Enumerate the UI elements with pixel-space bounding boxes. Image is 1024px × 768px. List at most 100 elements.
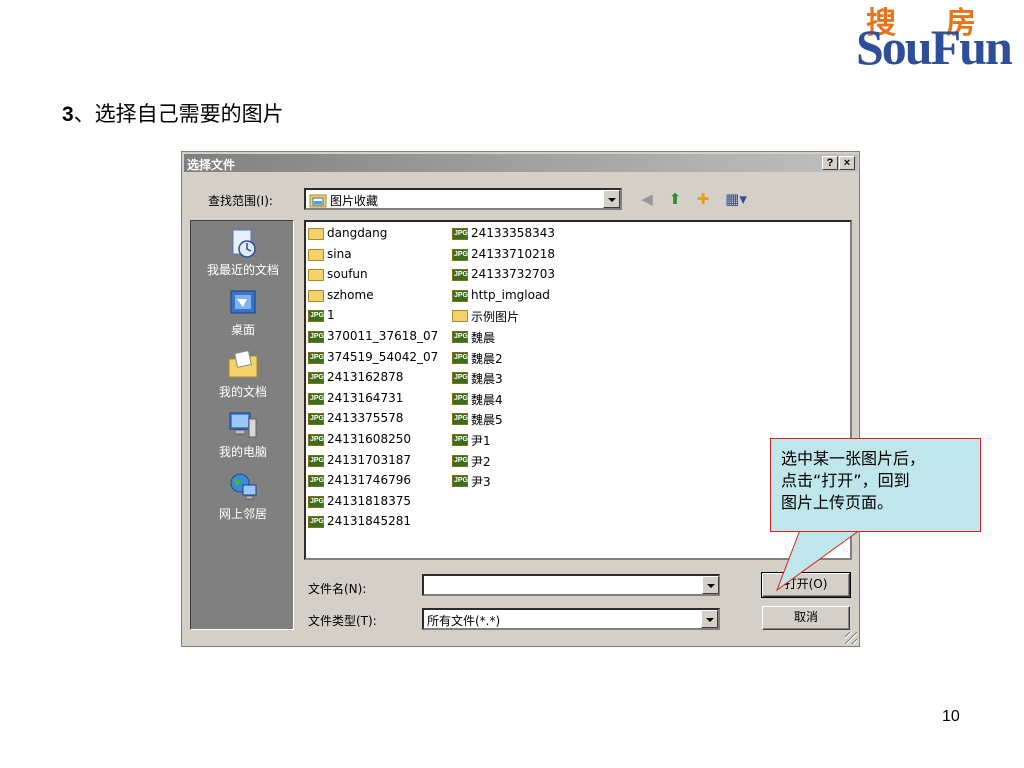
cancel-button[interactable]: 取消 xyxy=(762,606,850,630)
file-name: 尹2 xyxy=(471,454,491,469)
file-name: 2413375578 xyxy=(327,411,404,426)
file-type-combo[interactable]: 所有文件(*.*) xyxy=(422,608,720,630)
jpg-file-icon xyxy=(308,454,324,467)
new-folder-icon[interactable]: ✚ xyxy=(694,190,712,208)
jpg-file-icon xyxy=(308,372,324,385)
file-name: 24131703187 xyxy=(327,452,411,467)
jpg-file-icon xyxy=(452,351,468,364)
file-name-dropdown-button[interactable] xyxy=(702,576,719,594)
file-name: 24131608250 xyxy=(327,432,411,446)
look-in-label: 查找范围(I): xyxy=(208,194,273,208)
jpg-file-icon xyxy=(308,495,324,508)
desktop-icon xyxy=(230,290,256,314)
file-name: 1 xyxy=(327,308,335,323)
instruction-callout: 选中某一张图片后， 点击“打开”，回到 图片上传页面。 xyxy=(770,438,981,532)
network-places-icon xyxy=(230,473,257,500)
open-button[interactable]: 打开(O) xyxy=(761,572,851,598)
place-desktop-label: 桌面 xyxy=(230,323,255,337)
dialog-title: 选择文件 xyxy=(187,158,236,172)
file-name: szhome xyxy=(327,287,374,302)
file-name: 尹3 xyxy=(471,475,491,490)
look-in-value: 图片收藏 xyxy=(330,194,379,208)
look-in-combo[interactable]: 图片收藏 xyxy=(304,188,622,210)
up-folder-icon[interactable]: ⬆ xyxy=(666,190,684,208)
page-number: 10 xyxy=(942,708,960,725)
folder-icon xyxy=(308,228,324,240)
file-name: 魏晨5 xyxy=(471,413,503,428)
file-name: 24133710218 xyxy=(471,246,555,261)
jpg-file-icon xyxy=(452,454,468,467)
file-name: 魏晨2 xyxy=(471,351,503,366)
file-name-label: 文件名(N): xyxy=(308,582,367,596)
picture-folder-icon xyxy=(309,194,327,208)
place-my-documents-label: 我的文档 xyxy=(218,385,267,399)
file-name: soufun xyxy=(327,267,368,282)
views-menu-icon[interactable]: ▦▾ xyxy=(722,190,750,208)
resize-grip[interactable] xyxy=(845,632,857,644)
jpg-file-icon xyxy=(308,516,324,529)
look-in-dropdown-button[interactable] xyxy=(603,190,620,208)
file-type-dropdown-button[interactable] xyxy=(701,610,718,628)
file-name: 374519_54042_07 xyxy=(327,349,439,364)
file-name: sina xyxy=(327,246,352,261)
jpg-file-icon xyxy=(308,475,324,488)
file-name: 24133358343 xyxy=(471,226,555,240)
slide-title-text: 、选择自己需要的图片 xyxy=(73,102,284,126)
file-name-input[interactable] xyxy=(422,574,720,596)
file-name: dangdang xyxy=(327,226,388,240)
jpg-file-icon xyxy=(452,228,468,240)
jpg-file-icon xyxy=(452,372,468,385)
place-network[interactable]: 网上邻居 xyxy=(191,471,295,522)
jpg-file-icon xyxy=(452,392,468,405)
my-computer-icon xyxy=(229,412,257,438)
place-my-computer[interactable]: 我的电脑 xyxy=(191,409,295,460)
callout-line-3: 图片上传页面。 xyxy=(781,493,894,512)
file-name: 370011_37618_07 xyxy=(327,329,439,343)
place-network-label: 网上邻居 xyxy=(218,507,267,521)
slide-title: 3、选择自己需要的图片 xyxy=(62,98,284,128)
file-name: 24131746796 xyxy=(327,473,411,488)
places-bar: 我最近的文档 桌面 我的文档 我的电脑 网上邻居 xyxy=(190,220,294,630)
file-type-label: 文件类型(T): xyxy=(308,614,377,628)
file-name: 示例图片 xyxy=(471,310,520,325)
jpg-file-icon xyxy=(308,392,324,405)
place-my-documents[interactable]: 我的文档 xyxy=(191,349,295,400)
place-my-computer-label: 我的电脑 xyxy=(218,445,267,459)
jpg-file-icon xyxy=(308,310,324,323)
file-name: 24131845281 xyxy=(327,514,411,529)
my-documents-icon xyxy=(228,350,258,378)
file-name: 24131818375 xyxy=(327,493,411,508)
file-name: 24133732703 xyxy=(471,267,555,282)
close-button[interactable]: × xyxy=(839,156,855,170)
folder-icon xyxy=(308,248,324,261)
jpg-file-icon xyxy=(452,269,468,282)
logo-en: SouFun xyxy=(856,19,1013,75)
place-desktop[interactable]: 桌面 xyxy=(191,287,295,338)
jpg-file-icon xyxy=(452,413,468,426)
folder-icon xyxy=(308,289,324,302)
callout-line-1: 选中某一张图片后， xyxy=(781,449,926,468)
jpg-file-icon xyxy=(308,331,324,343)
jpg-file-icon xyxy=(452,248,468,261)
dialog-titlebar[interactable]: 选择文件 ? × xyxy=(184,154,858,172)
file-name: 2413164731 xyxy=(327,390,404,405)
file-name: http_imgload xyxy=(471,287,550,302)
file-name: 魏晨 xyxy=(471,331,496,345)
jpg-file-icon xyxy=(452,434,468,446)
help-button[interactable]: ? xyxy=(822,156,838,170)
place-recent[interactable]: 我最近的文档 xyxy=(191,227,295,278)
jpg-file-icon xyxy=(308,434,324,446)
file-name: 尹1 xyxy=(471,434,491,448)
jpg-file-icon xyxy=(308,351,324,364)
jpg-file-icon xyxy=(308,413,324,426)
back-icon[interactable]: ◀ xyxy=(638,190,656,208)
file-type-value: 所有文件(*.*) xyxy=(427,614,501,628)
folder-icon xyxy=(452,310,468,323)
slide-title-number: 3 xyxy=(62,103,74,126)
recent-documents-icon xyxy=(232,229,256,258)
select-file-dialog: 选择文件 ? × 查找范围(I): 图片收藏 ◀ ⬆ ✚ ▦▾ 我最近的文档 桌… xyxy=(181,151,860,647)
file-name: 魏晨3 xyxy=(471,372,503,387)
file-name: 2413162878 xyxy=(327,370,404,385)
soufun-logo: 搜 房 SouFun xyxy=(852,0,1024,80)
file-name: 魏晨4 xyxy=(471,392,503,407)
